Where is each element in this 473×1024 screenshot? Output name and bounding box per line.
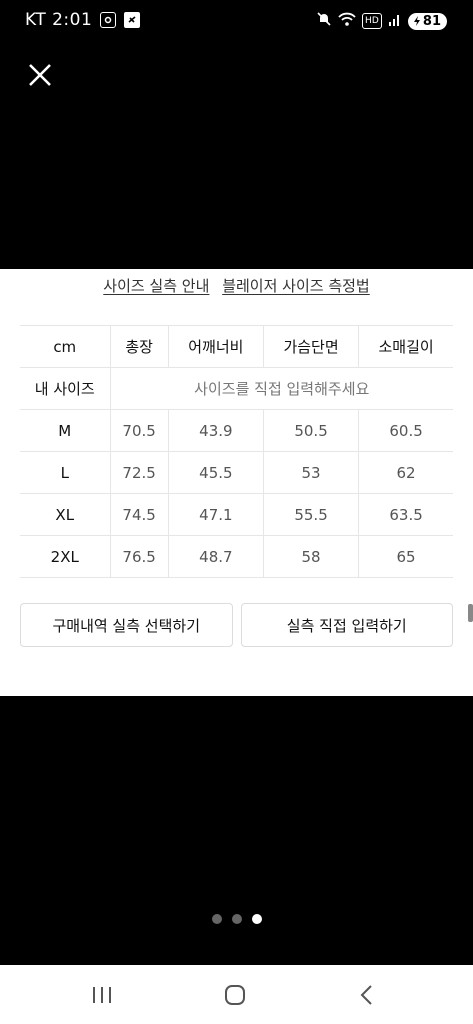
battery-icon: 81 xyxy=(407,12,447,30)
size-value: 70.5 xyxy=(109,409,169,452)
recent-apps-icon xyxy=(93,987,111,1003)
size-label: 2XL xyxy=(20,535,110,578)
navigation-bar xyxy=(0,965,473,1024)
size-value: 76.5 xyxy=(109,535,169,578)
size-chart-sheet: 사이즈 실측 안내 블레이저 사이즈 측정법 cm 총장 어깨너비 가슴단면 소… xyxy=(0,269,473,696)
size-label: XL xyxy=(20,493,110,536)
size-value: 58 xyxy=(262,535,359,578)
size-value: 60.5 xyxy=(358,409,453,452)
size-guide-link[interactable]: 사이즈 실측 안내 xyxy=(103,277,209,295)
battery-level: 81 xyxy=(422,13,441,29)
guide-links: 사이즈 실측 안내 블레이저 사이즈 측정법 xyxy=(0,275,473,296)
back-button[interactable] xyxy=(352,981,382,1009)
purchase-history-button[interactable]: 구매내역 실측 선택하기 xyxy=(20,603,233,647)
size-value: 63.5 xyxy=(358,493,453,536)
table-row: 2XL 76.5 48.7 58 65 xyxy=(20,535,453,578)
header-sleeve: 소매길이 xyxy=(358,325,453,368)
home-button[interactable] xyxy=(220,981,250,1009)
carrier-time: KT 2:01 xyxy=(25,10,93,30)
status-left: KT 2:01 xyxy=(25,10,141,30)
status-right: HD 81 xyxy=(316,11,447,31)
page-dot[interactable] xyxy=(211,914,222,924)
mute-icon xyxy=(316,11,332,31)
size-value: 43.9 xyxy=(167,409,264,452)
wifi-icon xyxy=(338,11,356,31)
size-value: 65 xyxy=(358,535,453,578)
header-length: 총장 xyxy=(109,325,169,368)
size-value: 74.5 xyxy=(109,493,169,536)
back-icon xyxy=(360,985,372,1005)
table-row: L 72.5 45.5 53 62 xyxy=(20,451,453,494)
table-row: XL 74.5 47.1 55.5 63.5 xyxy=(20,493,453,536)
my-size-label: 내 사이즈 xyxy=(20,367,110,410)
close-button[interactable] xyxy=(26,61,54,89)
header-shoulder: 어깨너비 xyxy=(167,325,264,368)
size-value: 55.5 xyxy=(262,493,359,536)
status-bar: KT 2:01 HD 81 xyxy=(0,0,473,44)
home-icon xyxy=(225,985,245,1005)
page-dot[interactable] xyxy=(231,914,242,924)
scrollbar[interactable] xyxy=(468,604,473,622)
size-value: 62 xyxy=(358,451,453,494)
size-value: 53 xyxy=(262,451,359,494)
size-value: 47.1 xyxy=(167,493,264,536)
app-notification-icon xyxy=(124,12,141,28)
size-value: 45.5 xyxy=(167,451,264,494)
size-label: L xyxy=(20,451,110,494)
header-chest: 가슴단면 xyxy=(262,325,359,368)
table-header-row: cm 총장 어깨너비 가슴단면 소매길이 xyxy=(20,325,453,368)
size-value: 48.7 xyxy=(167,535,264,578)
signal-icon xyxy=(388,11,402,31)
size-value: 72.5 xyxy=(109,451,169,494)
my-size-input[interactable]: 사이즈를 직접 입력해주세요 xyxy=(109,367,453,410)
page-indicator xyxy=(0,914,473,924)
screen-capture-icon xyxy=(100,12,117,28)
my-size-row: 내 사이즈 사이즈를 직접 입력해주세요 xyxy=(20,367,453,410)
header-unit: cm xyxy=(20,325,110,368)
table-row: M 70.5 43.9 50.5 60.5 xyxy=(20,409,453,452)
hd-voice-icon: HD xyxy=(361,13,382,29)
recent-apps-button[interactable] xyxy=(87,981,117,1009)
close-icon xyxy=(29,64,51,86)
size-table: cm 총장 어깨너비 가슴단면 소매길이 내 사이즈 사이즈를 직접 입력해주세… xyxy=(20,325,453,578)
direct-input-button[interactable]: 실측 직접 입력하기 xyxy=(240,603,453,647)
measure-guide-link[interactable]: 블레이저 사이즈 측정법 xyxy=(222,277,370,295)
page-dot-active[interactable] xyxy=(251,914,262,924)
action-buttons: 구매내역 실측 선택하기 실측 직접 입력하기 xyxy=(20,603,453,647)
size-label: M xyxy=(20,409,110,452)
size-value: 50.5 xyxy=(262,409,359,452)
